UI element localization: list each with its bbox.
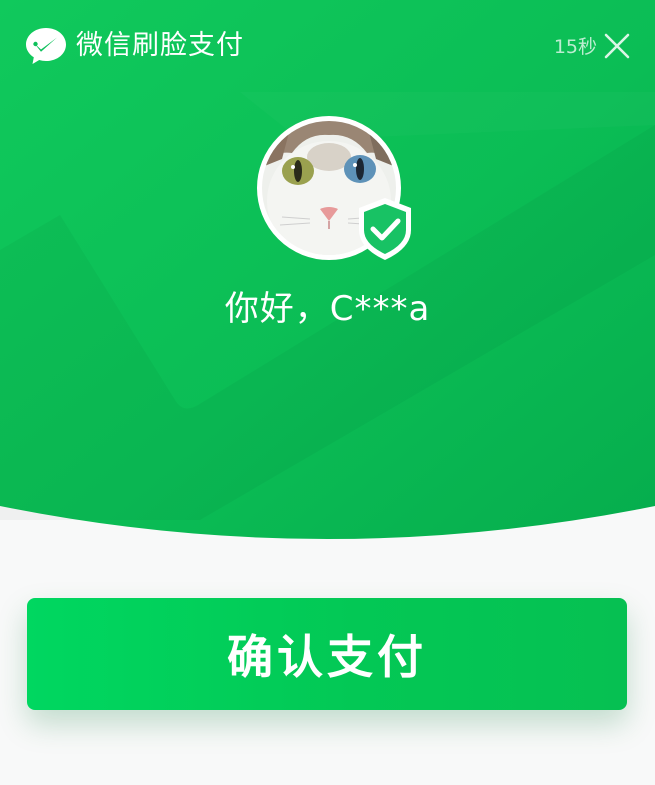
header-bar: 微信刷脸支付 15秒 xyxy=(0,0,655,94)
app-title: 微信刷脸支付 xyxy=(76,30,244,61)
countdown-timer: 15秒 xyxy=(553,36,597,58)
face-pay-screen: 微信刷脸支付 15秒 你好，C***a 确认支付 xyxy=(0,0,655,785)
confirm-pay-button[interactable]: 确认支付 xyxy=(27,598,627,710)
confirm-pay-label: 确认支付 xyxy=(227,630,427,684)
wechat-pay-logo-icon xyxy=(24,26,68,66)
shield-check-icon xyxy=(355,196,415,262)
greeting-text: 你好，C***a xyxy=(224,289,431,329)
close-button[interactable] xyxy=(604,33,630,59)
avatar-group xyxy=(257,116,411,260)
close-icon xyxy=(604,33,630,59)
